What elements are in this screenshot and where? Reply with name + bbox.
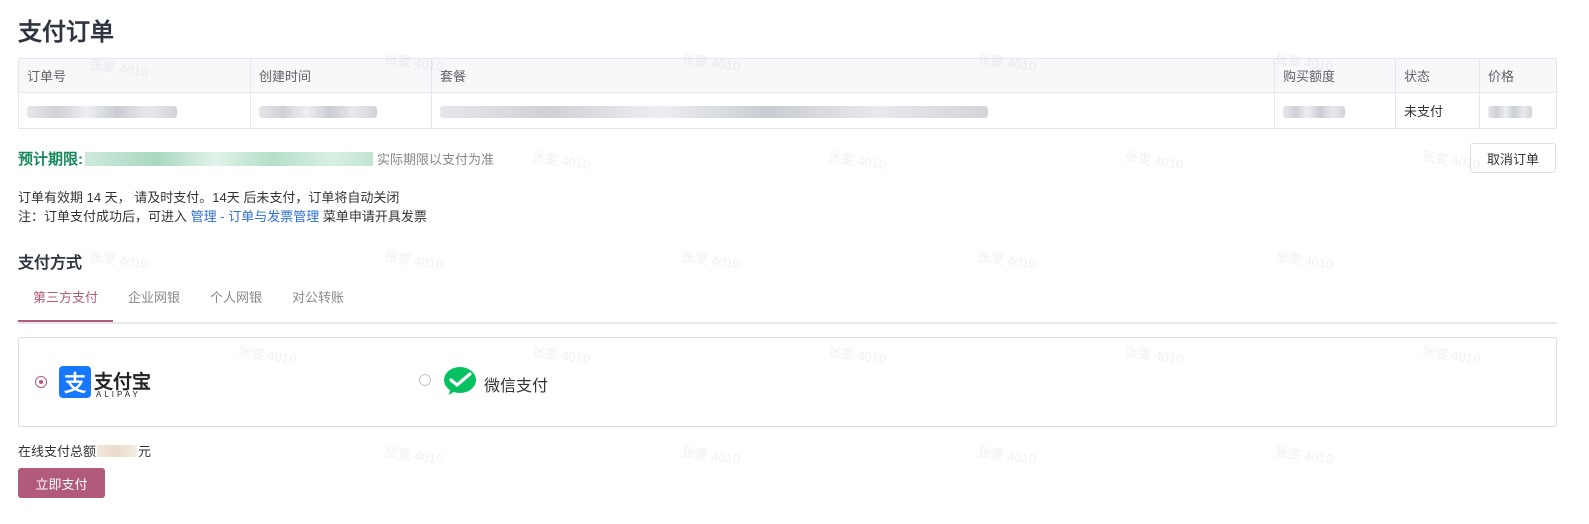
tab-third-party-payment[interactable]: 第三方支付 <box>18 280 114 322</box>
payment-method-box: 支 支付宝 ALIPAY 微信支付 <box>18 337 1557 427</box>
watermark: 张雯 4010 <box>1124 148 1185 172</box>
tab-corporate-transfer[interactable]: 对公转账 <box>277 280 359 320</box>
package-cell <box>431 92 1275 129</box>
quota-cell <box>1274 92 1396 129</box>
watermark: 张雯 4010 <box>1274 248 1335 272</box>
online-payment-total: 在线支付总额 元 <box>18 441 151 460</box>
order-no-cell <box>18 92 251 129</box>
estimated-period-note: 实际期限以支付为准 <box>377 152 495 167</box>
wechat-pay-radio[interactable] <box>419 374 431 386</box>
redacted-quota <box>1283 105 1345 118</box>
page-title: 支付订单 <box>18 19 114 46</box>
column-header-order-no: 订单号 <box>18 58 251 93</box>
column-header-quota: 购买额度 <box>1274 58 1396 93</box>
watermark: 张雯 4010 <box>531 148 592 172</box>
estimated-period: 预计期限: 实际期限以支付为准 <box>18 148 494 169</box>
notice-invoice-line: 注：订单支付成功后，可进入 管理 - 订单与发票管理 菜单申请开具发票 <box>18 207 427 226</box>
link-separator: - <box>216 209 229 224</box>
notice-invoice-prefix: 注：订单支付成功后，可进入 <box>18 209 191 224</box>
tab-enterprise-bank[interactable]: 企业网银 <box>113 280 195 320</box>
redacted-price <box>1488 105 1532 118</box>
notice-validity-line: 订单有效期 14 天， 请及时支付。14天 后未支付，订单将自动关闭 <box>18 190 400 205</box>
alipay-icon[interactable]: 支 <box>59 366 91 398</box>
order-invoice-management-link[interactable]: 订单与发票管理 <box>228 209 319 224</box>
order-table-header: 订单号 创建时间 套餐 购买额度 状态 价格 <box>18 58 1557 93</box>
watermark: 张雯 4010 <box>681 443 742 467</box>
watermark: 张雯 4010 <box>89 248 150 272</box>
watermark: 张雯 4010 <box>1274 443 1335 467</box>
cancel-order-button[interactable]: 取消订单 <box>1470 143 1556 173</box>
price-cell <box>1480 93 1557 129</box>
manage-link[interactable]: 管理 <box>191 209 217 224</box>
order-table: 订单号 创建时间 套餐 购买额度 状态 价格 未支付 <box>18 58 1557 129</box>
total-suffix: 元 <box>138 444 152 459</box>
watermark: 张雯 4010 <box>977 248 1038 272</box>
payment-order-page: 支付订单 订单号 创建时间 套餐 购买额度 状态 价格 未支付 预计期限: 实际… <box>0 0 1589 524</box>
payment-tabs: 第三方支付 企业网银 个人网银 对公转账 <box>18 280 1557 324</box>
alipay-sub-label: ALIPAY <box>96 390 141 399</box>
order-notice: 订单有效期 14 天， 请及时支付。14天 后未支付，订单将自动关闭 注：订单支… <box>18 188 427 226</box>
column-header-package: 套餐 <box>431 58 1275 93</box>
redacted-total-amount <box>97 444 138 457</box>
redacted-estimated-period <box>85 151 373 166</box>
column-header-created-time: 创建时间 <box>250 58 432 93</box>
wechat-pay-label[interactable]: 微信支付 <box>484 372 548 396</box>
estimated-period-label: 预计期限: <box>18 151 83 168</box>
column-header-price: 价格 <box>1479 58 1557 93</box>
table-row: 未支付 <box>18 92 1557 129</box>
watermark: 张雯 4010 <box>827 148 888 172</box>
payment-method-title: 支付方式 <box>18 255 83 272</box>
tab-personal-bank[interactable]: 个人网银 <box>195 280 277 320</box>
watermark: 张雯 4010 <box>977 443 1038 467</box>
wechat-icon[interactable] <box>443 366 477 396</box>
status-cell: 未支付 <box>1395 92 1480 129</box>
pay-now-button[interactable]: 立即支付 <box>18 468 105 498</box>
total-prefix: 在线支付总额 <box>18 444 97 459</box>
notice-invoice-suffix: 菜单申请开具发票 <box>319 209 427 224</box>
alipay-radio[interactable] <box>35 376 47 388</box>
watermark: 张雯 4010 <box>384 248 445 272</box>
redacted-order-no <box>27 105 177 118</box>
redacted-created-time <box>259 105 377 118</box>
redacted-package <box>440 105 988 118</box>
created-time-cell <box>250 92 432 129</box>
column-header-status: 状态 <box>1395 58 1480 93</box>
watermark: 张雯 4010 <box>681 248 742 272</box>
watermark: 张雯 4010 <box>384 443 445 467</box>
